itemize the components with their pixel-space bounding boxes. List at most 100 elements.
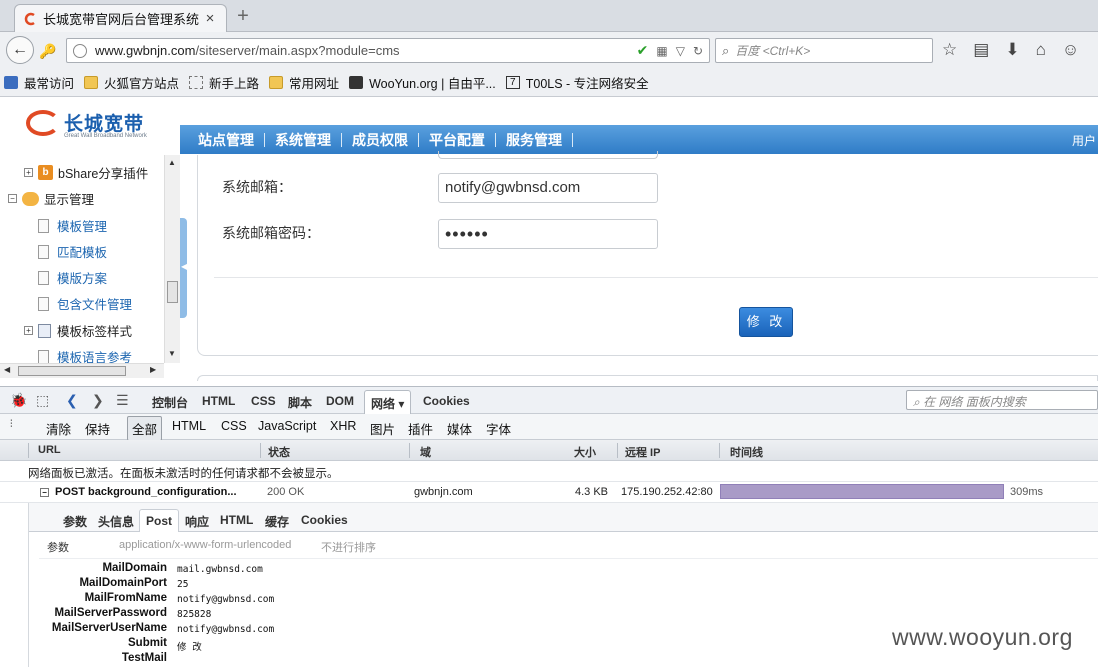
download-icon[interactable]: ⬇ [1005,40,1019,60]
detail-tab-html[interactable]: HTML [220,513,253,527]
table-row[interactable]: − POST background_configuration... 200 OK… [0,482,1098,503]
detail-tab-headers[interactable]: 头信息 [98,513,134,530]
tab-network[interactable]: 网络 ▾ [364,390,412,414]
back-button[interactable]: ← [6,36,34,64]
filter-all[interactable]: 全部 [127,416,163,441]
column-separator[interactable] [719,443,720,458]
menu-user-link[interactable]: 用户 [1072,132,1096,149]
tab-cookies[interactable]: Cookies [423,394,470,408]
address-bar[interactable]: www.gwbnjn.com/siteserver/main.aspx?modu… [66,38,710,63]
detail-tab-response[interactable]: 响应 [185,513,209,530]
site-logo[interactable]: 长城宽带 Great Wall Broadband Network [26,107,156,141]
shield-icon[interactable]: ✔ [637,42,649,59]
column-separator[interactable] [409,443,410,458]
column-separator[interactable] [28,443,29,458]
key-icon[interactable]: 🔑 [38,38,58,64]
filter-plugins[interactable]: 插件 [408,419,433,438]
browser-tab-active[interactable]: 长城宽带官网后台管理系统 × [14,4,227,32]
forward-chevron-icon[interactable]: ❯ [92,392,104,409]
tab-close-icon[interactable]: × [202,10,218,27]
tree-item-bshare[interactable]: + b bShare分享插件 [24,163,148,182]
filter-fonts[interactable]: 字体 [486,419,511,438]
column-status[interactable]: 状态 [268,444,290,460]
menu-system-management[interactable]: 系统管理 [265,132,342,147]
modify-button[interactable]: 修 改 [739,307,793,337]
tree-item-match-template[interactable]: 匹配模板 [38,242,107,261]
filter-media[interactable]: 媒体 [447,419,472,438]
filter-persist[interactable]: 保持 [85,419,110,438]
column-size[interactable]: 大小 [574,444,596,460]
email-field[interactable]: notify@gwbnsd.com [438,173,658,203]
tree-item-display-management[interactable]: − 显示管理 [8,189,94,208]
bookmark-wooyun[interactable]: WooYun.org | 自由平... [349,73,496,92]
tree-horizontal-scrollbar[interactable]: ◀ ▶ [0,363,164,378]
collapse-icon[interactable]: − [40,487,49,497]
expand-icon[interactable]: + [24,168,33,177]
tab-html[interactable]: HTML [202,394,235,408]
inspect-icon[interactable]: ⬚ [36,392,49,409]
reading-list-icon[interactable]: ▤ [973,40,989,60]
menu-service-management[interactable]: 服务管理 [496,132,573,147]
dropdown-icon[interactable]: ▽ [676,44,685,58]
expand-icon[interactable]: + [24,326,33,335]
command-line-icon[interactable]: ☰ [116,392,129,409]
scroll-thumb[interactable] [18,366,126,376]
back-chevron-icon[interactable]: ❮ [66,392,78,409]
url-text[interactable]: www.gwbnjn.com/siteserver/main.aspx?modu… [95,43,637,58]
column-separator[interactable] [260,443,261,458]
filter-clear[interactable]: 清除 [46,419,71,438]
detail-tab-cookies[interactable]: Cookies [301,513,348,527]
timeline-bar[interactable] [720,484,1004,499]
scroll-up-icon[interactable]: ▲ [168,158,176,167]
tree-item-template-scheme[interactable]: 模版方案 [38,268,107,287]
request-url-cell[interactable]: − POST background_configuration... [40,486,237,498]
params-sort-toggle[interactable]: 不进行排序 [321,539,376,555]
new-tab-button[interactable]: + [233,5,253,28]
filter-xhr[interactable]: XHR [330,419,356,433]
column-domain[interactable]: 域 [420,444,431,460]
collapse-icon[interactable]: − [8,194,17,203]
tab-console[interactable]: 控制台 [152,394,188,411]
detail-tab-post[interactable]: Post [139,509,180,533]
sidebar-collapse-handle[interactable]: ◀ [180,218,187,318]
bookmark-getting-started[interactable]: 新手上路 [189,73,259,92]
bookmark-common-sites[interactable]: 常用网址 [269,73,339,92]
bookmark-star-icon[interactable]: ☆ [942,40,957,60]
xhr-icon[interactable]: ⫶ [10,419,13,430]
scroll-down-icon[interactable]: ▼ [168,349,176,358]
qr-code-icon[interactable]: ▦ [656,44,667,58]
menu-site-management[interactable]: 站点管理 [198,132,265,147]
scroll-left-icon[interactable]: ◀ [4,365,10,374]
tab-dom[interactable]: DOM [326,394,354,408]
bookmark-firefox-official[interactable]: 火狐官方站点 [84,73,179,92]
column-url[interactable]: URL [38,444,61,456]
filter-html[interactable]: HTML [172,419,206,433]
firebug-icon[interactable]: 🐞 [10,392,27,409]
home-icon[interactable]: ⌂ [1036,40,1046,60]
panel-search-input[interactable]: ⌕ 在 网络 面板内搜索 [906,390,1098,410]
scroll-right-icon[interactable]: ▶ [150,365,156,374]
search-bar[interactable]: ⌕ 百度 <Ctrl+K> [715,38,933,63]
filter-css[interactable]: CSS [221,419,247,433]
tree-item-template-tag-styles[interactable]: + 模板标签样式 [24,321,132,340]
column-separator[interactable] [617,443,618,458]
menu-platform-config[interactable]: 平台配置 [419,132,496,147]
bookmark-t00ls[interactable]: 7 T00LS - 专注网络安全 [505,73,649,92]
column-remote-ip[interactable]: 远程 IP [625,444,660,460]
menu-member-permissions[interactable]: 成员权限 [342,132,419,147]
reload-icon[interactable]: ↻ [693,44,703,58]
tree-item-include-files[interactable]: 包含文件管理 [38,294,132,313]
tab-script[interactable]: 脚本 [288,394,312,411]
filter-images[interactable]: 图片 [370,419,395,438]
filter-javascript[interactable]: JavaScript [258,419,316,433]
detail-tab-cache[interactable]: 缓存 [265,513,289,530]
detail-tab-params[interactable]: 参数 [63,513,87,530]
column-timeline[interactable]: 时间线 [730,444,763,460]
tree-item-template-management[interactable]: 模板管理 [38,216,107,235]
tree-vertical-scrollbar[interactable]: ▲ ▼ [164,155,180,363]
emoji-icon[interactable]: ☺ [1062,40,1079,60]
scroll-thumb[interactable] [167,281,178,303]
password-field[interactable]: •••••• [438,219,658,249]
bookmark-most-visited[interactable]: 最常访问 [4,73,74,92]
tab-css[interactable]: CSS [251,394,276,408]
